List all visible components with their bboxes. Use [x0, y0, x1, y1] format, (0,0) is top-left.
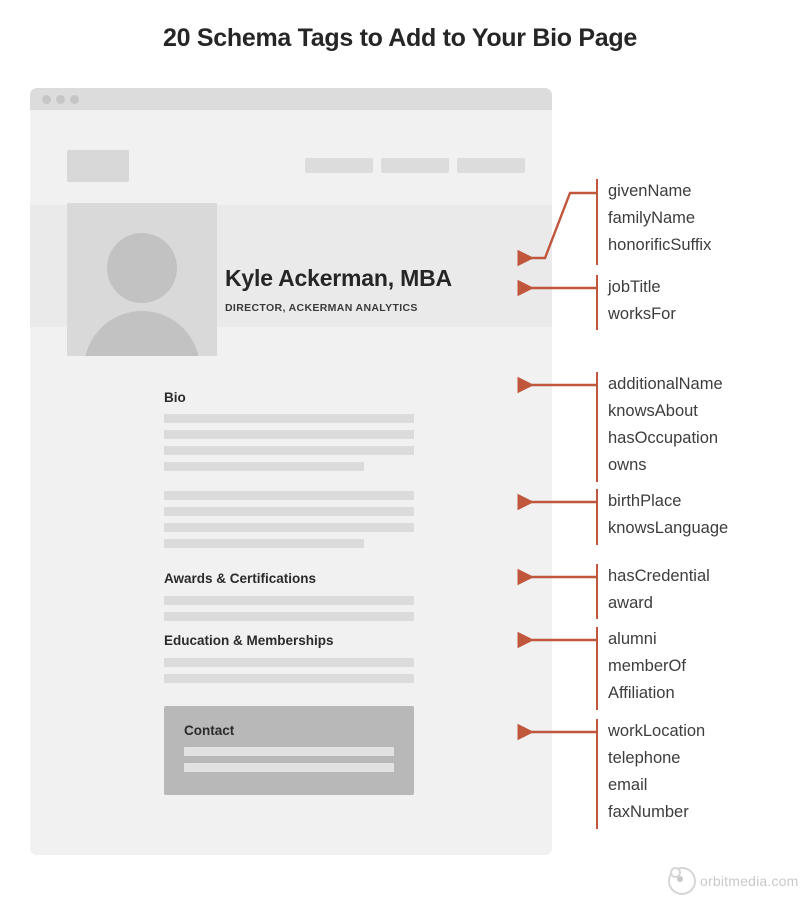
schema-tag: givenName — [608, 182, 692, 200]
page-title: 20 Schema Tags to Add to Your Bio Page — [163, 24, 637, 52]
schema-tag: memberOf — [608, 657, 686, 675]
nav-item-placeholder-1[interactable] — [305, 158, 373, 173]
text-placeholder-line — [164, 462, 364, 471]
orbitmedia-wordmark: orbitmedia.com — [700, 873, 799, 889]
tag-group-award: hasCredential award — [608, 563, 710, 617]
text-placeholder-line — [164, 612, 414, 621]
schema-tag: hasCredential — [608, 567, 710, 585]
site-logo-placeholder — [67, 150, 129, 182]
orbitmedia-logo: orbitmedia.com — [668, 865, 798, 895]
bracket-membership-tags — [596, 627, 598, 710]
nav-item-placeholder-3[interactable] — [457, 158, 525, 173]
schema-tag: alumni — [608, 630, 657, 648]
avatar-head-icon — [107, 233, 177, 303]
bracket-award-tags — [596, 564, 598, 619]
contact-heading: Contact — [184, 723, 235, 738]
schema-tag: hasOccupation — [608, 429, 719, 447]
avatar-body-icon — [84, 311, 200, 356]
text-placeholder-line — [164, 658, 414, 667]
bracket-contact-tags — [596, 719, 598, 829]
window-dot-minimize-icon — [56, 95, 65, 104]
window-dot-maximize-icon — [70, 95, 79, 104]
schema-tag: workLocation — [608, 722, 706, 740]
section-heading-education: Education & Memberships — [164, 633, 334, 648]
nav-item-placeholder-2[interactable] — [381, 158, 449, 173]
browser-window-mockup: Kyle Ackerman, MBA DIRECTOR, ACKERMAN AN… — [30, 88, 552, 855]
schema-tag: faxNumber — [608, 803, 689, 821]
text-placeholder-line — [164, 674, 414, 683]
browser-viewport: Kyle Ackerman, MBA DIRECTOR, ACKERMAN AN… — [30, 110, 552, 855]
browser-title-bar — [30, 88, 552, 110]
section-heading-bio: Bio — [164, 390, 186, 405]
tag-group-bio: additionalName knowsAbout hasOccupation … — [608, 371, 723, 479]
bracket-name-tags — [596, 179, 598, 265]
text-placeholder-line — [164, 446, 414, 455]
schema-tag: knowsLanguage — [608, 519, 729, 537]
bracket-origin-tags — [596, 489, 598, 545]
tag-group-membership: alumni memberOf Affiliation — [608, 626, 686, 707]
profile-role: DIRECTOR, ACKERMAN ANALYTICS — [225, 302, 418, 314]
schema-tag: telephone — [608, 749, 681, 767]
schema-tag: knowsAbout — [608, 402, 698, 420]
schema-tag: familyName — [608, 209, 696, 227]
contact-card: Contact — [164, 706, 414, 795]
schema-tag: honorificSuffix — [608, 236, 712, 254]
tag-group-name: givenName familyName honorificSuffix — [608, 178, 711, 259]
text-placeholder-line — [164, 507, 414, 516]
schema-tag: additionalName — [608, 375, 723, 393]
text-placeholder-line — [164, 491, 414, 500]
schema-tag: owns — [608, 456, 647, 474]
tag-group-job: jobTitle worksFor — [608, 274, 676, 328]
schema-tag: email — [608, 776, 648, 794]
schema-tag: worksFor — [608, 305, 676, 323]
window-dot-close-icon — [42, 95, 51, 104]
orbit-satellite-icon — [670, 867, 681, 878]
tag-group-origin: birthPlace knowsLanguage — [608, 488, 728, 542]
text-placeholder-line — [164, 523, 414, 532]
text-placeholder-line — [164, 596, 414, 605]
text-placeholder-line — [164, 414, 414, 423]
contact-placeholder-line — [184, 747, 394, 756]
profile-name: Kyle Ackerman, MBA — [225, 265, 452, 291]
text-placeholder-line — [164, 539, 364, 548]
bracket-bio-tags — [596, 372, 598, 482]
text-placeholder-line — [164, 430, 414, 439]
schema-tag: birthPlace — [608, 492, 682, 510]
tag-group-contact: workLocation telephone email faxNumber — [608, 718, 705, 826]
schema-tag: award — [608, 594, 653, 612]
avatar — [67, 203, 217, 356]
section-heading-awards: Awards & Certifications — [164, 571, 317, 586]
schema-tag: Affiliation — [608, 684, 675, 702]
bracket-job-tags — [596, 275, 598, 330]
contact-placeholder-line — [184, 763, 394, 772]
schema-tag: jobTitle — [608, 278, 661, 296]
